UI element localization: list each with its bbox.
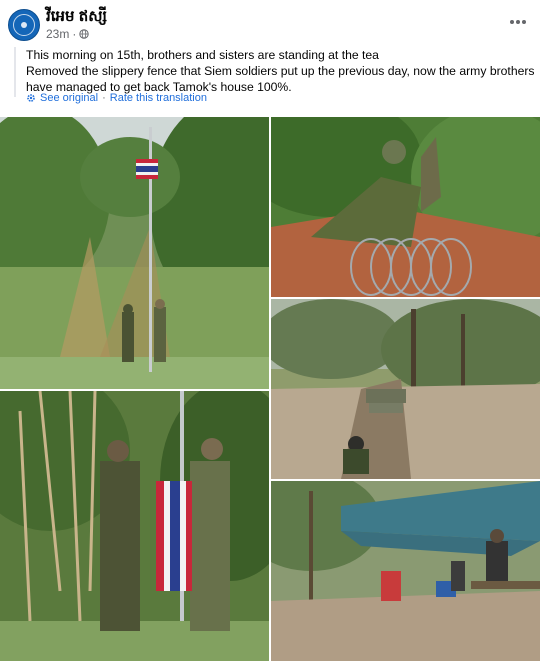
photo-folding-flag[interactable] [0, 391, 269, 661]
photo-trench[interactable] [271, 299, 540, 479]
post-text-line: Removed the slippery fence that Siem sol… [26, 64, 535, 78]
author-name[interactable]: វីអេម ឥស្សី [46, 7, 107, 29]
photo-razor-wire[interactable] [271, 117, 540, 297]
post-time[interactable]: 23m [46, 27, 69, 41]
more-horizontal-icon [510, 20, 514, 24]
globe-icon [79, 29, 90, 39]
rate-translation-link[interactable]: Rate this translation [110, 92, 207, 104]
post-text-line: This morning on 15th, brothers and siste… [26, 48, 379, 62]
photo-camp[interactable] [271, 481, 540, 661]
see-original-link[interactable]: See original [40, 92, 98, 104]
author-avatar[interactable] [8, 9, 40, 41]
photo-flag-raising[interactable] [0, 117, 269, 389]
translation-quote-bar [14, 47, 16, 97]
more-options-button[interactable] [506, 12, 530, 32]
gear-icon [27, 94, 35, 102]
post-meta: 23m · [46, 27, 90, 41]
translation-separator: · [102, 92, 106, 104]
meta-separator: · [72, 27, 77, 41]
translation-bar: See original · Rate this translation [26, 92, 207, 104]
post-text: This morning on 15th, brothers and siste… [26, 47, 535, 95]
post-header: វីអេម ឥស្សី 23m · [0, 0, 540, 44]
